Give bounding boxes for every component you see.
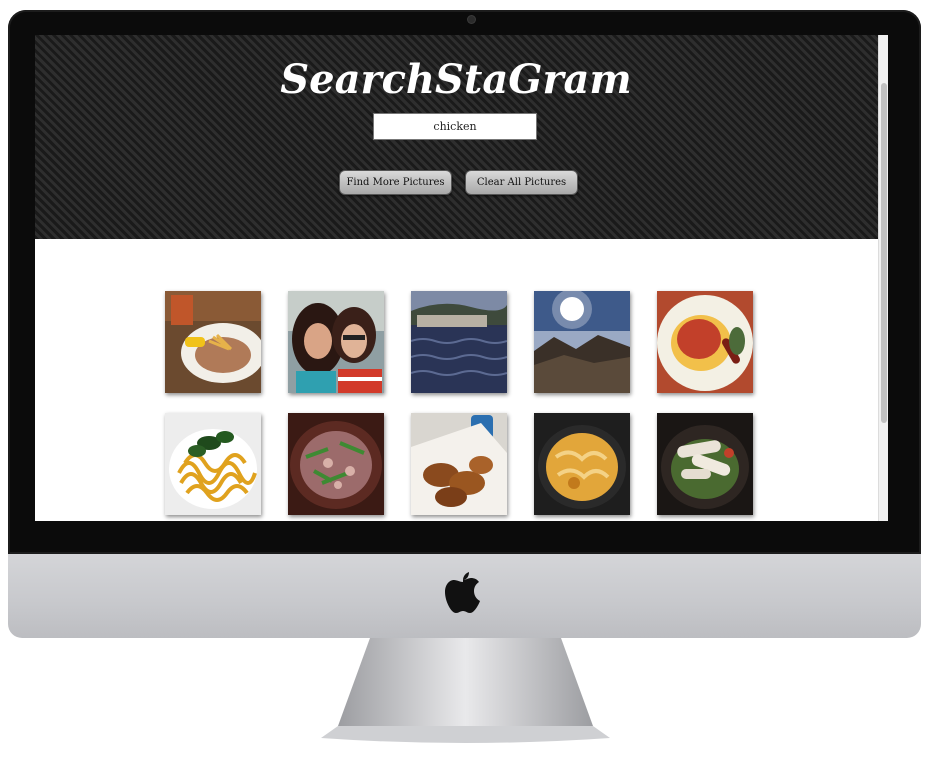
camera-dot bbox=[468, 16, 475, 23]
apple-logo-icon bbox=[445, 572, 480, 613]
photo-thumbnail-chicken-salad[interactable] bbox=[657, 413, 753, 515]
browser-screen: SearchStaGram Find More Pictures Clear A… bbox=[35, 35, 888, 521]
photo-thumbnail-seaside-town[interactable] bbox=[411, 291, 507, 393]
photo-thumbnail-meat-and-green-beans[interactable] bbox=[288, 413, 384, 515]
photo-thumbnail-stew-on-plate[interactable] bbox=[657, 291, 753, 393]
scrollbar-thumb[interactable] bbox=[881, 83, 887, 423]
clear-all-pictures-button[interactable]: Clear All Pictures bbox=[465, 170, 578, 195]
app-title: SearchStaGram bbox=[280, 56, 632, 103]
monitor-stand bbox=[321, 638, 610, 743]
vertical-scrollbar[interactable] bbox=[878, 35, 888, 521]
header-banner: SearchStaGram Find More Pictures Clear A… bbox=[35, 35, 878, 239]
photo-thumbnail-two-people-selfie[interactable] bbox=[288, 291, 384, 393]
photo-thumbnail-pasta-with-basil[interactable] bbox=[165, 413, 261, 515]
photo-thumbnail-plate-of-fries-and-meat[interactable] bbox=[165, 291, 261, 393]
find-more-pictures-button[interactable]: Find More Pictures bbox=[339, 170, 452, 195]
search-input[interactable] bbox=[373, 113, 537, 140]
photo-thumbnail-chicken-wings-box[interactable] bbox=[411, 413, 507, 515]
photo-thumbnail-mountain-sunset[interactable] bbox=[534, 291, 630, 393]
app-logo: SearchStaGram bbox=[280, 56, 632, 103]
photo-thumbnail-curry-dish[interactable] bbox=[534, 413, 630, 515]
